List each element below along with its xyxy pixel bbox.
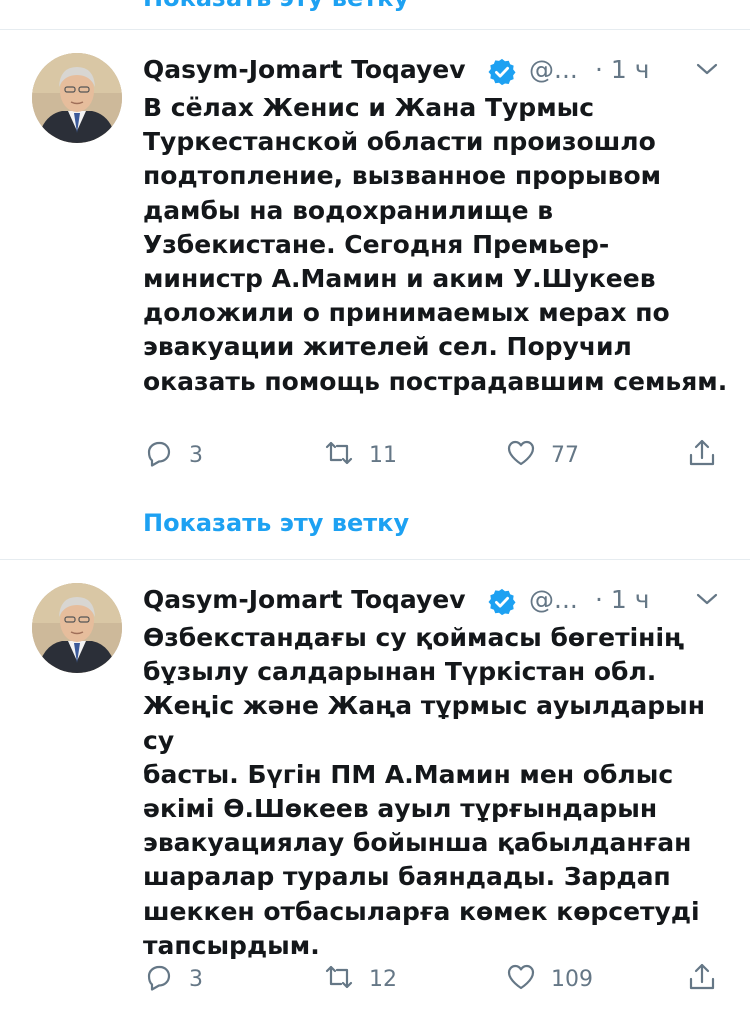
like-count: 77 — [551, 442, 579, 468]
tweet-header: Qasym-Jomart Toqayev @... · 1 ч — [143, 53, 743, 89]
tweet-time[interactable]: · 1 ч — [595, 55, 650, 84]
show-thread-link-top[interactable]: Показать эту ветку — [143, 0, 409, 12]
verified-icon — [487, 57, 517, 87]
reply-button[interactable]: 3 — [143, 959, 203, 999]
like-button[interactable]: 77 — [505, 435, 579, 475]
chevron-down-icon[interactable] — [695, 57, 719, 81]
retweet-icon — [323, 961, 355, 997]
tweet[interactable]: Qasym-Jomart Toqayev @... · 1 ч В сёлах … — [0, 31, 750, 560]
avatar[interactable] — [32, 53, 122, 143]
reply-count: 3 — [189, 966, 203, 992]
avatar[interactable] — [32, 583, 122, 673]
tweet-actions: 3 11 77 — [143, 435, 733, 475]
tweet-time[interactable]: · 1 ч — [595, 585, 650, 614]
retweet-button[interactable]: 12 — [323, 959, 397, 999]
tweet-actions: 3 12 109 — [143, 959, 733, 999]
tweet[interactable]: Qasym-Jomart Toqayev @... · 1 ч Өзбекста… — [0, 561, 750, 1010]
share-button[interactable] — [686, 959, 718, 999]
author-handle[interactable]: @... — [529, 585, 578, 614]
reply-count: 3 — [189, 442, 203, 468]
author-handle[interactable]: @... — [529, 55, 578, 84]
show-thread-link[interactable]: Показать эту ветку — [143, 509, 409, 537]
retweet-count: 11 — [369, 442, 397, 468]
tweet-text: В сёлах Женис и Жана Турмыс Туркестанско… — [143, 93, 728, 396]
reply-button[interactable]: 3 — [143, 435, 203, 475]
reply-icon — [143, 437, 175, 473]
verified-icon — [487, 587, 517, 617]
retweet-button[interactable]: 11 — [323, 435, 397, 475]
like-icon — [505, 961, 537, 997]
tweet-header: Qasym-Jomart Toqayev @... · 1 ч — [143, 583, 743, 619]
like-icon — [505, 437, 537, 473]
author-name[interactable]: Qasym-Jomart Toqayev — [143, 55, 466, 84]
like-count: 109 — [551, 966, 593, 992]
top-show-thread-wrap: Показать эту ветку — [0, 0, 750, 30]
retweet-icon — [323, 437, 355, 473]
share-icon — [686, 961, 718, 997]
share-button[interactable] — [686, 435, 718, 475]
tweet-text: Өзбекстандағы су қоймасы бөгетінің бұзыл… — [143, 623, 706, 960]
chevron-down-icon[interactable] — [695, 587, 719, 611]
retweet-count: 12 — [369, 966, 397, 992]
reply-icon — [143, 961, 175, 997]
share-icon — [686, 437, 718, 473]
like-button[interactable]: 109 — [505, 959, 593, 999]
author-name[interactable]: Qasym-Jomart Toqayev — [143, 585, 466, 614]
